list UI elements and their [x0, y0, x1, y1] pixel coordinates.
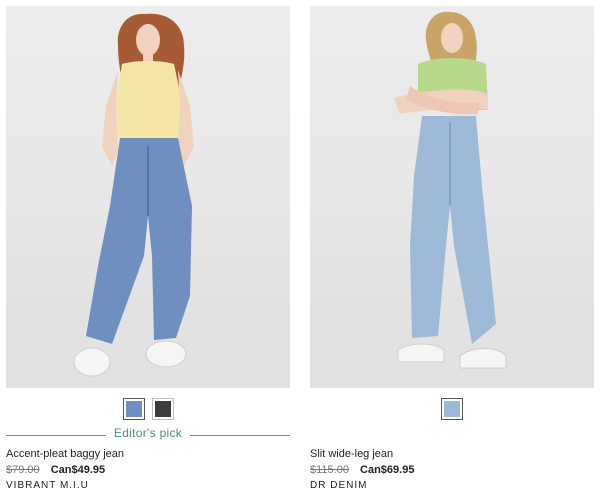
- price-row: $115.00 Can$69.95: [310, 464, 594, 476]
- price-row: $79.00 Can$49.95: [6, 464, 290, 476]
- product-card-slit-wide-leg[interactable]: Slit wide-leg jean $115.00 Can$69.95 DR …: [310, 6, 594, 491]
- product-card-accent-pleat[interactable]: Editor's pick Accent-pleat baggy jean $7…: [6, 6, 290, 491]
- swatch-black[interactable]: [151, 398, 174, 420]
- product-name[interactable]: Slit wide-leg jean: [310, 448, 594, 460]
- sale-price: Can$69.95: [360, 464, 415, 476]
- color-swatches: [6, 394, 290, 424]
- model-illustration: [310, 11, 594, 388]
- swatch-blue[interactable]: [122, 398, 145, 420]
- swatch-blue-fill: [125, 401, 142, 417]
- brand-name[interactable]: DR DENIM: [310, 480, 594, 491]
- product-image[interactable]: [310, 6, 594, 388]
- original-price: $115.00: [310, 464, 349, 476]
- model-illustration: [6, 13, 290, 388]
- product-image[interactable]: [6, 6, 290, 388]
- editors-pick-banner: Editor's pick: [6, 426, 290, 444]
- sale-price: Can$49.95: [50, 464, 106, 476]
- swatch-light-blue[interactable]: [441, 398, 463, 420]
- brand-name[interactable]: VIBRANT M.I.U: [6, 480, 290, 491]
- swatch-light-blue-fill: [444, 401, 460, 417]
- product-name[interactable]: Accent-pleat baggy jean: [6, 448, 290, 460]
- swatch-black-fill: [154, 401, 171, 417]
- color-swatches: [310, 394, 594, 424]
- editors-pick-badge: Editor's pick: [105, 426, 191, 440]
- original-price: $79.00: [6, 464, 40, 476]
